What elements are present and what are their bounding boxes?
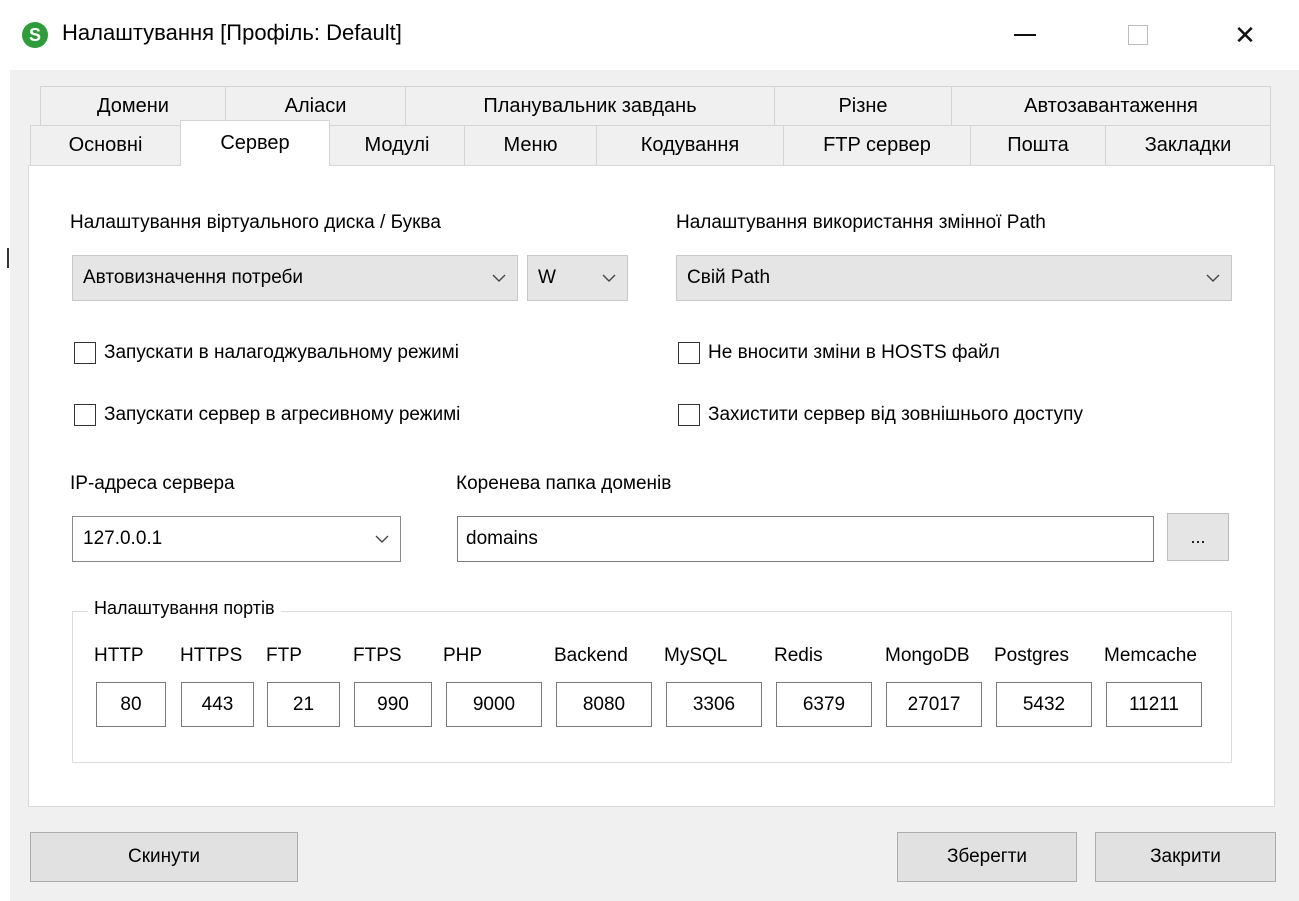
ports-group-title: Налаштування портів <box>88 598 281 619</box>
left-edge-mark <box>7 248 9 268</box>
tab-modules[interactable]: Модулі <box>329 125 465 166</box>
port-input-memcache[interactable]: 11211 <box>1106 682 1202 727</box>
ip-label: IP-адреса сервера <box>70 473 235 494</box>
tab-scheduler[interactable]: Планувальник завдань <box>405 86 775 126</box>
close-window-button[interactable]: ✕ <box>1215 10 1275 60</box>
tab-misc[interactable]: Різне <box>774 86 952 126</box>
chevron-down-icon <box>481 256 517 300</box>
vdisk-mode-value: Автовизначення потреби <box>83 267 304 288</box>
app-logo-icon: S <box>22 22 48 48</box>
port-input-php[interactable]: 9000 <box>446 682 542 727</box>
port-input-mysql[interactable]: 3306 <box>666 682 762 727</box>
tab-autostart[interactable]: Автозавантаження <box>951 86 1271 126</box>
vdisk-letter-select[interactable]: W <box>527 255 628 301</box>
aggressive-mode-option[interactable]: Запускати сервер в агресивному режимі <box>74 404 460 426</box>
minimize-icon <box>1014 34 1036 36</box>
root-folder-input[interactable]: domains <box>457 516 1154 562</box>
settings-window: S Налаштування [Профіль: Default] ✕ Доме… <box>0 0 1299 901</box>
close-icon: ✕ <box>1234 19 1256 50</box>
no-hosts-label: Не вносити зміни в HOSTS файл <box>708 342 1000 363</box>
tab-bookmarks[interactable]: Закладки <box>1105 125 1271 166</box>
port-input-mongodb[interactable]: 27017 <box>886 682 982 727</box>
tab-server[interactable]: Сервер <box>180 120 330 166</box>
no-hosts-checkbox[interactable] <box>678 342 700 364</box>
port-label-backend: Backend <box>554 645 628 666</box>
port-label-mysql: MySQL <box>664 645 728 666</box>
chevron-down-icon <box>1195 256 1231 300</box>
port-label-postgres: Postgres <box>994 645 1069 666</box>
window-title: Налаштування [Профіль: Default] <box>62 20 402 45</box>
port-input-https[interactable]: 443 <box>181 682 254 727</box>
port-input-http[interactable]: 80 <box>96 682 166 727</box>
ip-address-select[interactable]: 127.0.0.1 <box>72 516 401 562</box>
port-input-ftps[interactable]: 990 <box>354 682 432 727</box>
port-label-https: HTTPS <box>180 645 243 666</box>
port-label-redis: Redis <box>774 645 823 666</box>
title-bar: S Налаштування [Профіль: Default] ✕ <box>10 0 1299 70</box>
port-input-backend[interactable]: 8080 <box>556 682 652 727</box>
port-label-mongodb: MongoDB <box>885 645 970 666</box>
tab-encoding[interactable]: Кодування <box>596 125 784 166</box>
debug-mode-checkbox[interactable] <box>74 342 96 364</box>
reset-button[interactable]: Скинути <box>30 832 298 882</box>
port-label-ftps: FTPS <box>353 645 402 666</box>
port-label-memcache: Memcache <box>1104 645 1197 666</box>
vdisk-mode-select[interactable]: Автовизначення потреби <box>72 255 518 301</box>
path-mode-select[interactable]: Свій Path <box>676 255 1232 301</box>
close-button[interactable]: Закрити <box>1095 832 1276 882</box>
port-label-php: PHP <box>443 645 483 666</box>
path-mode-value: Свій Path <box>687 267 771 288</box>
aggressive-mode-checkbox[interactable] <box>74 404 96 426</box>
no-hosts-option[interactable]: Не вносити зміни в HOSTS файл <box>678 342 1000 364</box>
window-left-edge <box>0 0 10 901</box>
port-input-postgres[interactable]: 5432 <box>996 682 1092 727</box>
maximize-button[interactable] <box>1108 10 1168 60</box>
maximize-icon <box>1128 25 1148 45</box>
root-folder-label: Коренева папка доменів <box>456 473 672 494</box>
path-label: Налаштування використання змінної Path <box>676 212 1046 233</box>
port-input-ftp[interactable]: 21 <box>267 682 340 727</box>
port-input-redis[interactable]: 6379 <box>776 682 872 727</box>
protect-server-checkbox[interactable] <box>678 404 700 426</box>
browse-folder-button[interactable]: ... <box>1167 513 1229 561</box>
debug-mode-option[interactable]: Запускати в налагоджувальному режимі <box>74 342 459 364</box>
vdisk-letter-value: W <box>538 267 556 288</box>
ip-address-value: 127.0.0.1 <box>83 528 163 549</box>
port-label-ftp: FTP <box>266 645 302 666</box>
port-label-http: HTTP <box>94 645 144 666</box>
tab-ftp-server[interactable]: FTP сервер <box>783 125 971 166</box>
chevron-down-icon <box>364 517 400 561</box>
vdisk-label: Налаштування віртуального диска / Буква <box>70 212 441 233</box>
chevron-down-icon <box>591 256 627 300</box>
protect-server-option[interactable]: Захистити сервер від зовнішнього доступу <box>678 404 1083 426</box>
tab-general[interactable]: Основні <box>30 125 181 166</box>
debug-mode-label: Запускати в налагоджувальному режимі <box>104 342 459 363</box>
aggressive-mode-label: Запускати сервер в агресивному режимі <box>104 404 461 425</box>
save-button[interactable]: Зберегти <box>897 832 1077 882</box>
tab-menu[interactable]: Меню <box>464 125 597 166</box>
protect-server-label: Захистити сервер від зовнішнього доступу <box>708 404 1083 425</box>
minimize-button[interactable] <box>995 10 1055 60</box>
tab-mail[interactable]: Пошта <box>970 125 1106 166</box>
